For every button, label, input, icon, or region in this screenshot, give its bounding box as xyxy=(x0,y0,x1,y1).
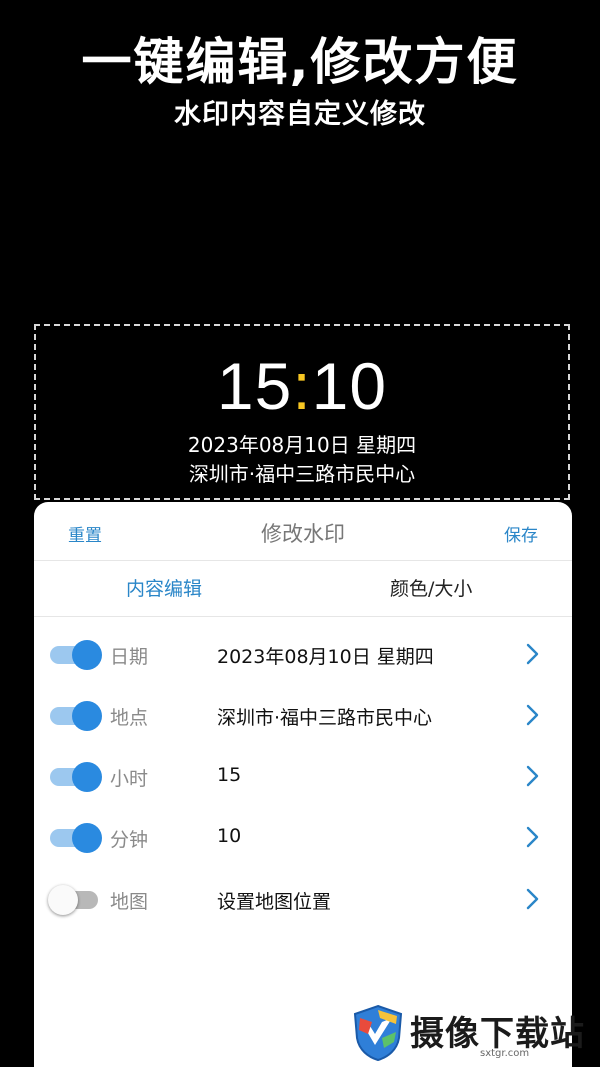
setting-row-hour[interactable]: 小时 15 xyxy=(34,752,572,802)
save-button[interactable]: 保存 xyxy=(504,521,538,546)
chevron-right-icon xyxy=(526,765,539,787)
map-toggle[interactable] xyxy=(48,885,102,915)
row-value: 15 xyxy=(217,764,242,786)
minute-toggle[interactable] xyxy=(50,823,102,853)
location-toggle[interactable] xyxy=(50,701,102,731)
setting-row-location[interactable]: 地点 深圳市·福中三路市民中心 xyxy=(34,691,572,741)
tab-color-size[interactable]: 颜色/大小 xyxy=(390,574,472,601)
header-divider xyxy=(34,560,572,561)
hour-toggle[interactable] xyxy=(50,762,102,792)
headline: 一键编辑,修改方便 xyxy=(81,33,519,91)
chevron-right-icon xyxy=(526,704,539,726)
panel-title: 修改水印 xyxy=(261,522,345,546)
chevron-right-icon xyxy=(526,826,539,848)
preview-time: 15:10 xyxy=(36,348,568,424)
date-toggle[interactable] xyxy=(50,640,102,670)
row-label: 分钟 xyxy=(110,829,149,851)
watermark-preview[interactable]: 15:10 2023年08月10日 星期四 深圳市·福中三路市民中心 xyxy=(34,324,570,500)
tabs-divider xyxy=(34,616,572,617)
chevron-right-icon xyxy=(526,643,539,665)
preview-date: 2023年08月10日 星期四 xyxy=(187,433,417,457)
panel-header: 重置 修改水印 保存 xyxy=(34,502,572,560)
setting-row-map[interactable]: 地图 设置地图位置 xyxy=(34,875,572,925)
row-label: 日期 xyxy=(110,646,149,668)
preview-hour: 15 xyxy=(216,349,293,423)
brand-watermark: 摄像下载站 sxtgr.com xyxy=(352,1002,592,1064)
row-value: 设置地图位置 xyxy=(217,891,332,913)
row-label: 地点 xyxy=(110,707,149,729)
brand-url: sxtgr.com xyxy=(480,1048,530,1059)
preview-colon: : xyxy=(292,349,312,423)
row-value: 深圳市·福中三路市民中心 xyxy=(217,707,433,729)
edit-watermark-panel: 重置 修改水印 保存 内容编辑 颜色/大小 日期 2023年08月10日 星期四… xyxy=(34,502,572,1067)
subheadline: 水印内容自定义修改 xyxy=(174,99,426,130)
row-value: 2023年08月10日 星期四 xyxy=(217,646,434,668)
row-label: 地图 xyxy=(110,891,149,913)
row-value: 10 xyxy=(217,825,242,847)
preview-minute: 10 xyxy=(311,349,388,423)
shield-logo-icon xyxy=(353,1004,403,1062)
setting-row-date[interactable]: 日期 2023年08月10日 星期四 xyxy=(34,630,572,680)
tab-content-edit[interactable]: 内容编辑 xyxy=(126,574,202,601)
setting-row-minute[interactable]: 分钟 10 xyxy=(34,813,572,863)
row-label: 小时 xyxy=(110,768,149,790)
chevron-right-icon xyxy=(526,888,539,910)
preview-location: 深圳市·福中三路市民中心 xyxy=(188,462,416,486)
